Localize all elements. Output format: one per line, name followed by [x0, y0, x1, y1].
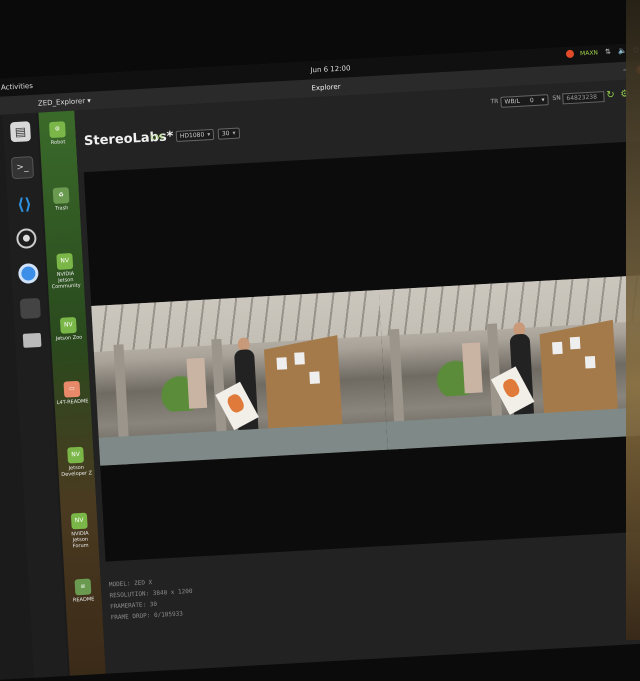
- terminal-icon[interactable]: >_: [10, 156, 35, 180]
- trash-icon: ♻: [52, 187, 70, 204]
- stereo-video-feed[interactable]: [91, 273, 640, 466]
- folder-icon: ▭: [63, 380, 81, 398]
- sn-label: SN: [552, 94, 561, 102]
- desktop-item[interactable]: NV NVIDIA Jetson Forum: [63, 512, 97, 550]
- app-icon[interactable]: [19, 297, 41, 319]
- trees-area: [155, 369, 218, 413]
- zed-explorer-window: StereoLabs* LIVE HD1080 ▾ 30 ▾ TR WB/L 0 ▾…: [74, 77, 640, 674]
- refresh-icon[interactable]: ↻: [606, 89, 617, 100]
- network-icon[interactable]: ⇅: [604, 48, 612, 56]
- building-area: [461, 342, 483, 394]
- window-title: Explorer: [311, 82, 341, 93]
- desktop-item[interactable]: ♻ Trash: [45, 187, 78, 213]
- robot-icon: ⚙: [48, 121, 66, 139]
- tr-label: TR: [490, 97, 499, 106]
- file-icon: ≡: [74, 578, 92, 596]
- volume-icon[interactable]: 🔈: [618, 47, 627, 55]
- notice-paper: [552, 341, 563, 355]
- room-edge: [626, 0, 640, 640]
- building-area: [186, 357, 208, 409]
- nvidia-icon: NV: [70, 512, 88, 530]
- ubuntu-icon[interactable]: [565, 49, 575, 59]
- drive-icon[interactable]: [22, 332, 42, 348]
- notice-paper: [276, 357, 288, 370]
- resolution-select[interactable]: HD1080 ▾: [175, 128, 215, 143]
- trees-area: [430, 353, 493, 398]
- activities-button[interactable]: Activities: [1, 82, 33, 92]
- camera-info-panel: MODEL: ZED X RESOLUTION: 3840 x 1200 FRA…: [109, 575, 194, 624]
- live-badge: LIVE: [150, 133, 165, 142]
- app-menu[interactable]: ZED_Explorer ▾: [38, 97, 91, 108]
- monitor-screen: Activities Jun 6 12:00 MAXN ⇅ 🔈 ⏻ ZED_Ex…: [0, 41, 640, 681]
- nvidia-icon: NV: [56, 253, 74, 270]
- camera-setting-select[interactable]: WB/L 0 ▾: [500, 94, 549, 108]
- desktop-item[interactable]: NV Jetson Developer Z: [59, 446, 93, 478]
- left-camera-view: [91, 289, 388, 466]
- vscode-icon[interactable]: ⟨⟩: [14, 193, 35, 214]
- desktop-item[interactable]: ▭ L4T-README: [55, 380, 89, 406]
- power-mode-label[interactable]: MAXN: [580, 49, 598, 57]
- notice-paper: [584, 355, 596, 369]
- fps-select[interactable]: 30 ▾: [217, 127, 240, 140]
- chevron-down-icon: ▾: [232, 129, 236, 137]
- desktop-item[interactable]: NV Jetson Zoo: [52, 316, 85, 342]
- chromium-icon[interactable]: [17, 262, 39, 285]
- clock[interactable]: Jun 6 12:00: [310, 64, 350, 74]
- nvidia-icon: NV: [59, 316, 77, 334]
- notice-paper: [309, 371, 320, 384]
- desktop-item[interactable]: ≡ README: [67, 578, 100, 604]
- notice-paper: [569, 336, 581, 350]
- desktop-item[interactable]: ⚙ Robot: [41, 121, 74, 147]
- desktop-item[interactable]: NV NVIDIA Jetson Community: [48, 253, 82, 291]
- chevron-down-icon: ▾: [207, 131, 211, 139]
- right-camera-view: [378, 273, 640, 450]
- nvidia-icon: NV: [67, 446, 85, 464]
- obs-icon[interactable]: ●: [15, 228, 37, 250]
- notice-paper: [294, 352, 305, 365]
- serial-number-field[interactable]: 64823238: [562, 91, 605, 105]
- files-icon[interactable]: ▤: [9, 121, 31, 143]
- chevron-down-icon: ▾: [541, 96, 545, 104]
